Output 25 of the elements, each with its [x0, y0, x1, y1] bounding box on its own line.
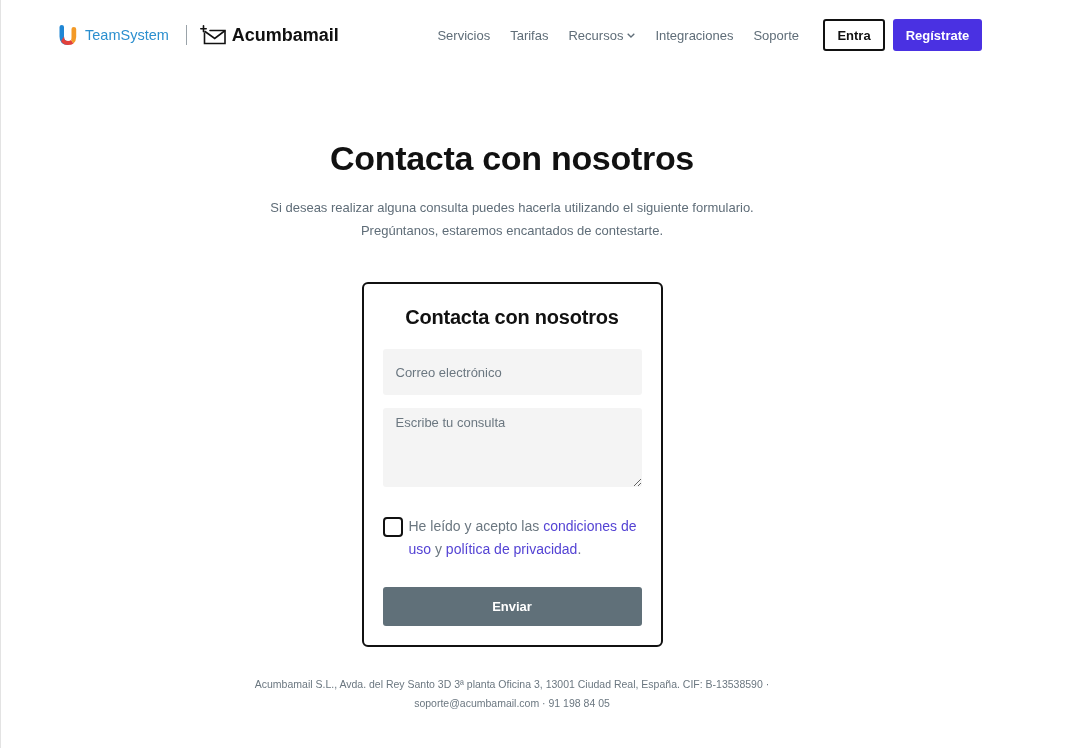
nav-link[interactable]: Servicios [437, 27, 491, 43]
chevron-down-icon [627, 32, 636, 38]
form-title: Contacta con nosotros [405, 305, 619, 330]
login-button[interactable]: Entra [823, 19, 885, 51]
consent-link[interactable]: uso [408, 541, 432, 557]
page-title: Contacta con nosotros [330, 138, 694, 179]
checkbox[interactable] [382, 517, 403, 537]
signup-button[interactable]: Regístrate [893, 19, 982, 51]
footer-text: soporte@acumbamail.com · 91 198 84 05 [414, 696, 610, 711]
intro-text: Si deseas realizar alguna consulta puedes hacerla utilizando el siguiente formulario. [270, 199, 754, 217]
consent-text: He leído y acepto las condiciones de uso y política de privacidad. [408, 517, 638, 559]
footer-text: Acumbamail S.L., Avda. del Rey Santo 3D 3ª planta Oficina 3, 13001 Ciudad Real, España. CIF: B-13538590 · [254, 677, 770, 692]
submit-button[interactable]: Enviar [382, 587, 642, 626]
message-field[interactable]: Escribe tu consulta [382, 408, 642, 487]
envelope-icon [199, 25, 226, 45]
nav-link[interactable]: Soporte [753, 27, 799, 43]
partner-name: TeamSystem [85, 27, 169, 43]
nav-link[interactable]: Integraciones [655, 27, 734, 43]
intro-text: Pregúntanos, estaremos encantados de contestarte. [360, 222, 664, 240]
consent-link[interactable]: condiciones de [543, 518, 637, 534]
nav-dropdown[interactable]: Recursos [568, 27, 636, 43]
partner-logo-icon [58, 24, 78, 46]
brand-name: Acumbamail [231, 24, 339, 46]
email-field[interactable]: Correo electrónico [382, 349, 642, 395]
nav-link[interactable]: Tarifas [510, 27, 549, 43]
